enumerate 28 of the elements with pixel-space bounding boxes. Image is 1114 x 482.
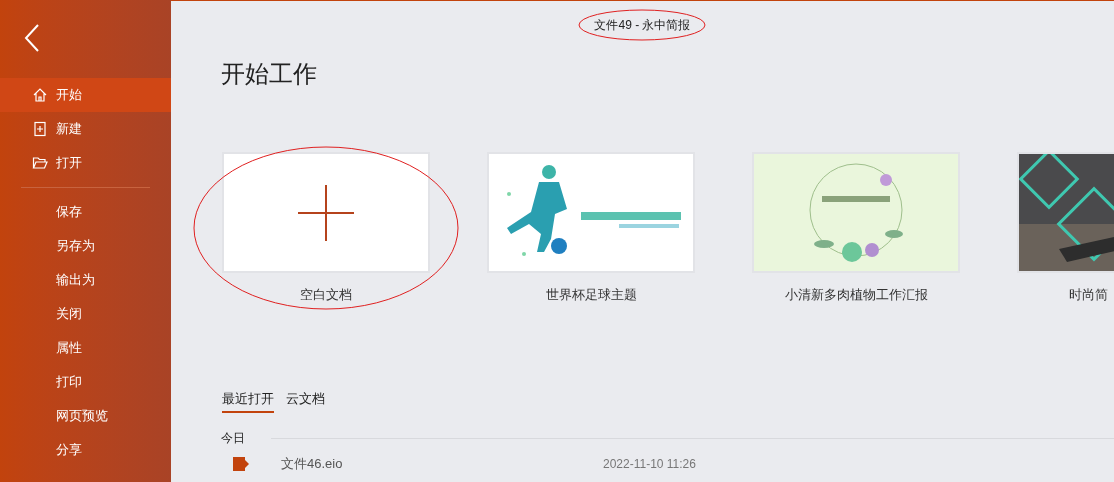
sidebar-item[interactable]: 新建 xyxy=(0,112,171,146)
window-title: 文件49 - 永中简报 xyxy=(594,19,691,31)
template-label: 空白文档 xyxy=(300,286,352,304)
sidebar-item[interactable]: 分享 xyxy=(0,433,171,467)
tab[interactable]: 最近打开 xyxy=(222,388,274,413)
folder-icon xyxy=(32,155,48,171)
sidebar-item[interactable]: 打开 xyxy=(0,146,171,180)
template-label: 小清新多肉植物工作汇报 xyxy=(784,286,928,304)
template-label: 时尚简 xyxy=(1069,286,1108,304)
sidebar-item[interactable]: 另存为 xyxy=(0,229,171,263)
group-heading: 今日 xyxy=(221,430,245,447)
sidebar-item[interactable]: 打印 xyxy=(0,365,171,399)
tab[interactable]: 云文档 xyxy=(286,388,325,413)
back-icon xyxy=(24,24,40,52)
plus-icon xyxy=(298,184,354,241)
file-icon xyxy=(233,457,249,471)
sidebar-item[interactable]: 输出为 xyxy=(0,263,171,297)
home-icon xyxy=(32,87,48,103)
sidebar-item[interactable]: 关闭 xyxy=(0,297,171,331)
sidebar-item[interactable]: 网页预览 xyxy=(0,399,171,433)
file-name: 文件46.eio xyxy=(281,455,344,474)
page-heading: 开始工作 xyxy=(221,62,317,86)
file-time: 2022-11-10 11:26 xyxy=(603,456,696,473)
sidebar-item[interactable]: 保存 xyxy=(0,195,171,229)
sidebar-item[interactable]: 属性 xyxy=(0,331,171,365)
new-file-icon xyxy=(32,121,48,137)
sidebar-item[interactable]: 开始 xyxy=(0,78,171,112)
template-label: 世界杯足球主题 xyxy=(545,286,637,304)
